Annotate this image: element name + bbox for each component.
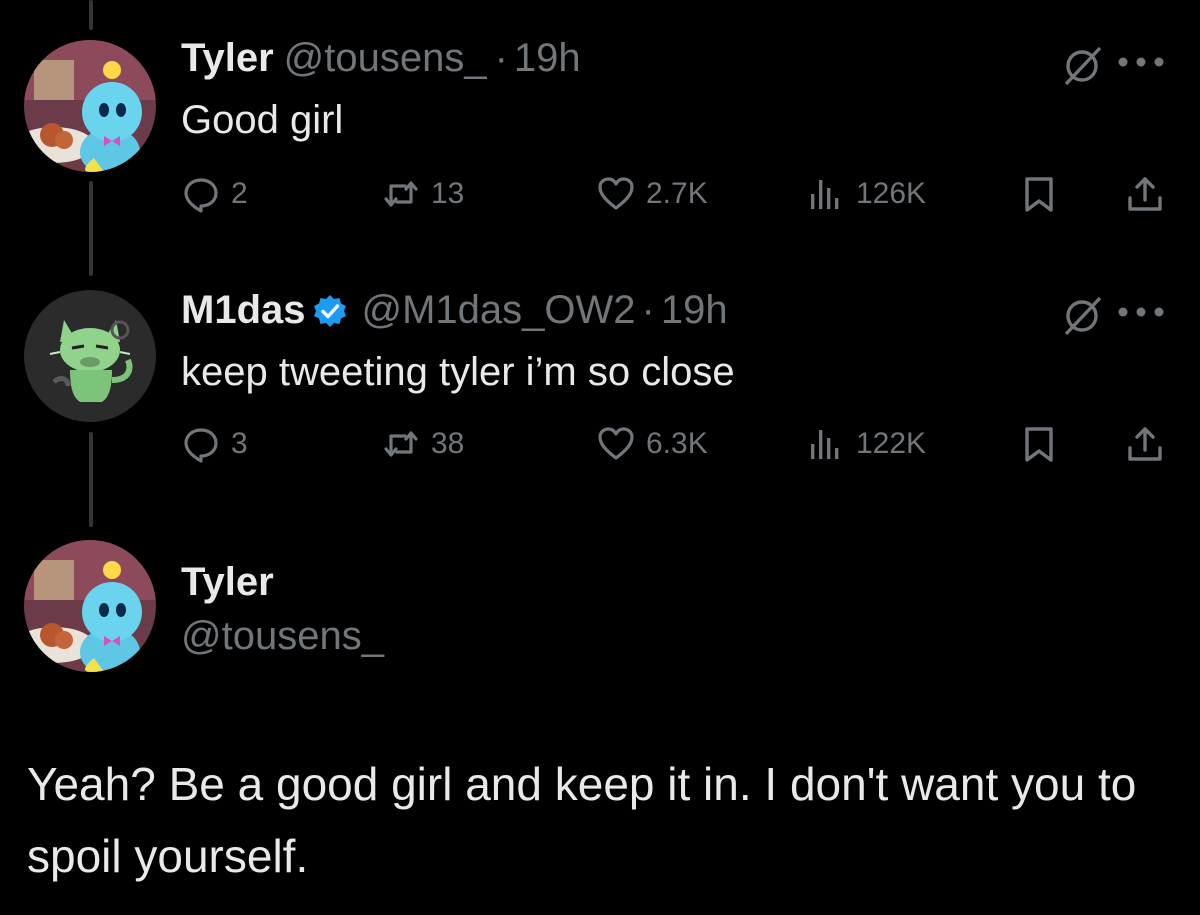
username[interactable]: @tousens_: [284, 36, 487, 81]
avatar[interactable]: [24, 540, 156, 672]
views-count: 126K: [856, 177, 927, 210]
thread-line-top: [89, 0, 93, 30]
reply-count: 2: [231, 177, 248, 210]
avatar[interactable]: [24, 290, 156, 422]
timestamp[interactable]: 19h: [661, 288, 728, 333]
views-button[interactable]: 126K: [806, 164, 926, 224]
more-icon[interactable]: [1117, 306, 1169, 318]
avatar[interactable]: [24, 40, 156, 172]
share-button[interactable]: [1125, 414, 1165, 474]
views-count: 122K: [856, 427, 927, 460]
reply-button[interactable]: 3: [181, 414, 248, 474]
reply-button[interactable]: 2: [181, 164, 248, 224]
display-name[interactable]: Tyler: [181, 560, 274, 605]
thread-line-1: [89, 181, 93, 276]
reply-icon: [181, 424, 221, 464]
tweet-header: Tyler @tousens_ · 19h: [181, 36, 581, 81]
views-icon: [806, 174, 846, 214]
tweet-actions: 3 38 6.3K 122K: [181, 414, 1171, 474]
display-name[interactable]: M1das: [181, 288, 306, 333]
retweet-icon: [381, 424, 421, 464]
like-button[interactable]: 6.3K: [596, 414, 708, 474]
views-icon: [806, 424, 846, 464]
timestamp[interactable]: 19h: [514, 36, 581, 81]
bookmark-button[interactable]: [1019, 414, 1059, 474]
tweet-text: Yeah? Be a good girl and keep it in. I d…: [27, 758, 1137, 882]
like-count: 6.3K: [646, 427, 708, 460]
like-button[interactable]: 2.7K: [596, 164, 708, 224]
tweet-actions: 2 13 2.7K 126K: [181, 164, 1171, 224]
grok-icon[interactable]: [1060, 294, 1104, 338]
heart-icon: [596, 174, 636, 214]
retweet-button[interactable]: 38: [381, 414, 464, 474]
separator-dot: ·: [641, 288, 655, 332]
retweet-count: 13: [431, 177, 465, 210]
share-button[interactable]: [1125, 164, 1165, 224]
tweet-header: M1das @M1das_OW2 · 19h: [181, 288, 728, 333]
heart-icon: [596, 424, 636, 464]
bookmark-button[interactable]: [1019, 164, 1059, 224]
bookmark-icon: [1019, 424, 1059, 464]
username[interactable]: @tousens_: [181, 614, 384, 659]
retweet-icon: [381, 174, 421, 214]
separator-dot: ·: [494, 36, 508, 80]
share-icon: [1125, 424, 1165, 464]
thread-line-2: [89, 432, 93, 527]
tweet-text: Good girl: [181, 98, 344, 142]
reply-count: 3: [231, 427, 248, 460]
views-button[interactable]: 122K: [806, 414, 926, 474]
reply-icon: [181, 174, 221, 214]
tweet-text: keep tweeting tyler i’m so close: [181, 350, 735, 394]
retweet-count: 38: [431, 427, 465, 460]
verified-badge-icon: [312, 293, 348, 329]
more-icon[interactable]: [1117, 56, 1169, 68]
bookmark-icon: [1019, 174, 1059, 214]
username[interactable]: @M1das_OW2: [362, 288, 636, 333]
display-name[interactable]: Tyler: [181, 36, 274, 81]
grok-icon[interactable]: [1060, 44, 1104, 88]
share-icon: [1125, 174, 1165, 214]
retweet-button[interactable]: 13: [381, 164, 464, 224]
like-count: 2.7K: [646, 177, 708, 210]
